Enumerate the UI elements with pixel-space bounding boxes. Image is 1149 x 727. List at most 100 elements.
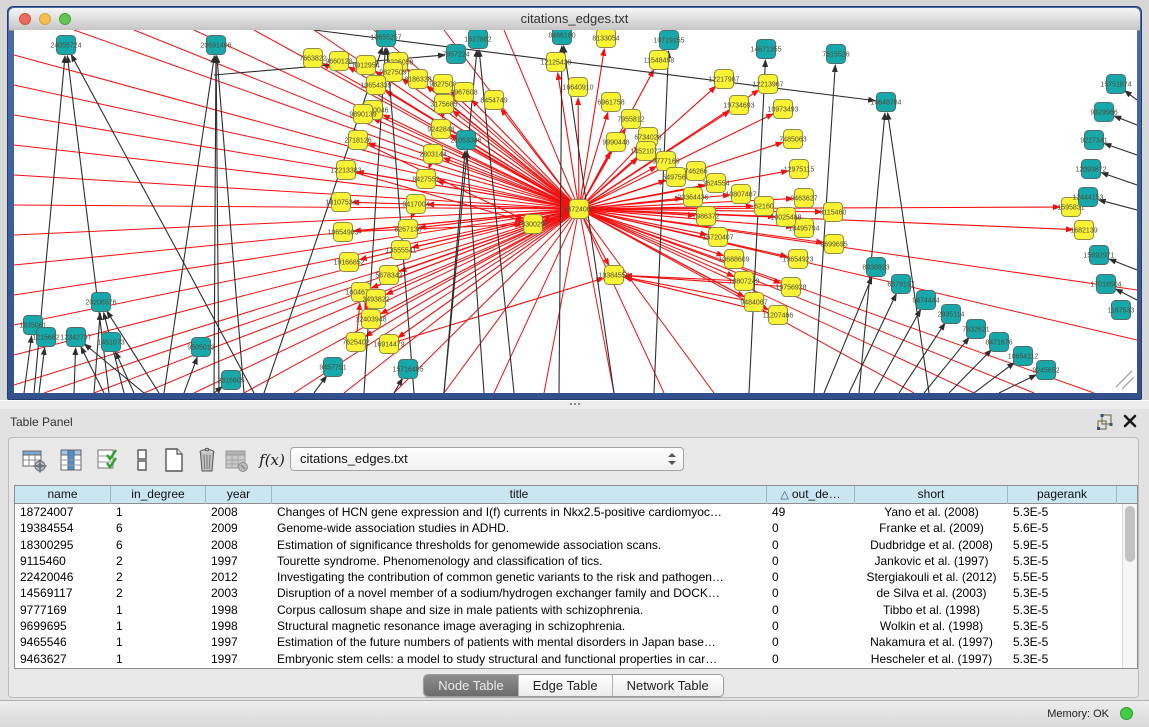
graph-node[interactable]: 9660128 [325, 52, 352, 71]
column-header-pagerank[interactable]: pagerank [1008, 486, 1117, 504]
window-titlebar[interactable]: citations_edges.txt [9, 8, 1140, 31]
graph-node[interactable]: 9457791 [319, 358, 346, 377]
graph-node[interactable]: 15751874 [1100, 75, 1131, 94]
table-row[interactable]: 946554611997Estimation of the future num… [15, 634, 1122, 650]
graph-node[interactable]: 9463627 [790, 189, 817, 208]
graph-node[interactable]: 8471676 [985, 333, 1012, 352]
graph-node[interactable]: 12403948 [355, 310, 386, 329]
table-row[interactable]: 1456911722003Disruption of a novel membe… [15, 585, 1122, 601]
graph-node[interactable]: 10654112 [1008, 347, 1039, 366]
graph-node[interactable]: 24055724 [50, 36, 81, 55]
graph-node[interactable]: 7663822 [299, 49, 326, 68]
graph-node[interactable]: 9484067 [740, 293, 767, 312]
graph-node[interactable]: 17016504 [1090, 275, 1121, 294]
table-scrollbar[interactable] [1122, 504, 1137, 668]
graph-node[interactable]: 1167533 [1108, 301, 1135, 320]
graph-node[interactable]: 15892971 [1083, 246, 1114, 265]
graph-node[interactable]: 16648784 [870, 93, 901, 112]
network-table-select[interactable]: citations_edges.txt [290, 447, 684, 471]
graph-node[interactable]: 15716485 [392, 360, 423, 379]
graph-node[interactable]: 12213383 [330, 161, 361, 180]
graph-node[interactable]: 10973493 [767, 100, 798, 119]
graph-node[interactable]: 9505013 [187, 338, 214, 357]
graph-node[interactable]: 2316605 [217, 371, 244, 390]
graph-node[interactable]: 9115460 [820, 203, 847, 222]
graph-node[interactable]: 62160 [754, 197, 774, 216]
graph-node[interactable]: 19166852 [333, 253, 364, 272]
graph-node[interactable]: 9474444 [912, 291, 939, 310]
graph-node[interactable]: 19384554 [598, 266, 629, 285]
graph-node[interactable]: 10655257 [370, 30, 401, 47]
graph-node[interactable]: 8938923 [862, 258, 889, 277]
scrollbar-thumb[interactable] [1125, 506, 1135, 562]
new-column-icon[interactable] [159, 445, 189, 475]
table-row[interactable]: 2242004622012Investigating the contribut… [15, 569, 1122, 585]
delete-table-icon[interactable] [221, 445, 251, 475]
graph-node[interactable]: 1527862 [464, 30, 491, 49]
graph-node[interactable]: 2935114 [938, 305, 965, 324]
graph-node[interactable]: 8912954 [352, 56, 379, 75]
table-row[interactable]: 1872400712008Changes of HCN gene express… [15, 504, 1122, 520]
graph-node[interactable]: 9329966 [1090, 103, 1117, 122]
graph-node[interactable]: 7625402 [342, 333, 369, 352]
graph-node[interactable]: 8133054 [592, 30, 619, 48]
graph-node[interactable]: 7986372 [692, 207, 719, 226]
graph-node[interactable]: 5878342 [375, 266, 402, 285]
graph-node[interactable]: 1451073 [97, 333, 124, 352]
graph-node[interactable]: 8427552 [412, 170, 439, 189]
graph-node[interactable]: 746266 [684, 162, 707, 181]
column-visibility-icon[interactable] [56, 445, 86, 475]
graph-node[interactable]: 10688609 [718, 250, 749, 269]
graph-node[interactable]: 6879197 [887, 275, 914, 294]
graph-node[interactable]: 12342737 [60, 328, 91, 347]
table-row[interactable]: 1938455462009Genome-wide association stu… [15, 520, 1122, 536]
graph-node[interactable]: 9699695 [820, 235, 847, 254]
graph-node[interactable]: 3624554 [702, 174, 729, 193]
column-header-year[interactable]: year [206, 486, 272, 504]
tab-node-table[interactable]: Node Table [424, 675, 519, 696]
graph-node[interactable]: 3493822 [362, 290, 389, 309]
graph-node[interactable]: 2803144 [419, 145, 446, 164]
graph-node[interactable]: 7957224 [442, 45, 469, 64]
graph-node[interactable]: 8267130 [394, 220, 421, 239]
graph-node[interactable]: 9417004 [402, 195, 429, 214]
column-header-title[interactable]: title [272, 486, 767, 504]
graph-node[interactable]: 1682139 [1070, 221, 1097, 240]
tab-edge-table[interactable]: Edge Table [519, 675, 613, 696]
graph-node[interactable]: 12217987 [708, 70, 739, 89]
column-header-short[interactable]: short [855, 486, 1008, 504]
graph-node[interactable]: 12093872 [1075, 160, 1106, 179]
graph-node[interactable]: 3175685 [430, 95, 457, 114]
graph-node[interactable]: 14671355 [750, 40, 781, 59]
graph-node[interactable]: 1215682 [32, 328, 59, 347]
graph-node[interactable]: 10719155 [653, 31, 684, 50]
graph-node[interactable]: 8454749 [480, 91, 507, 110]
network-canvas[interactable]: 1872400718300295193845547663822966012889… [14, 30, 1137, 393]
graph-node[interactable]: 7832621 [962, 320, 989, 339]
float-panel-icon[interactable] [1097, 414, 1113, 430]
graph-node[interactable]: 20691406 [200, 36, 231, 55]
graph-node[interactable]: 12975115 [784, 160, 815, 179]
close-panel-icon[interactable] [1123, 414, 1137, 428]
graph-node[interactable]: 8466160 [548, 30, 575, 45]
graph-node[interactable]: 7515526 [822, 45, 849, 64]
graph-node[interactable]: 9242848 [427, 120, 454, 139]
graph-node[interactable]: 9245652 [1032, 361, 1059, 380]
function-builder-icon[interactable]: f(x) [257, 445, 287, 475]
graph-node[interactable]: 7485063 [779, 130, 806, 149]
table-settings-icon[interactable] [19, 445, 49, 475]
graph-node[interactable]: 11207466 [763, 306, 794, 325]
memory-indicator[interactable] [1120, 707, 1133, 720]
graph-node[interactable]: 11548498 [644, 51, 675, 70]
tab-network-table[interactable]: Network Table [613, 675, 723, 696]
table-row[interactable]: 977716911998Corpus callosum shape and si… [15, 602, 1122, 618]
graph-node[interactable]: 9227341 [1080, 131, 1107, 150]
graph-node[interactable]: 8186328 [404, 70, 431, 89]
graph-node[interactable]: 2718126 [344, 131, 371, 150]
delete-column-icon[interactable] [192, 445, 222, 475]
graph-node[interactable]: 20206576 [85, 293, 116, 312]
graph-node[interactable]: 16640910 [562, 78, 593, 97]
graph-node[interactable]: 9990448 [602, 133, 629, 152]
select-all-rows-icon[interactable] [93, 445, 123, 475]
table-row[interactable]: 946362711997Embryonic stem cells: a mode… [15, 651, 1122, 667]
